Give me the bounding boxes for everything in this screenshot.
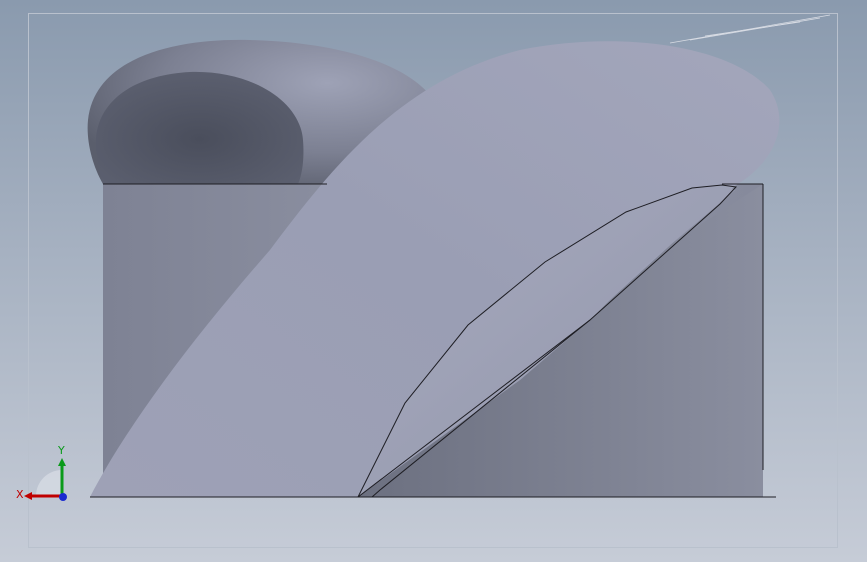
triad-y-arrow bbox=[58, 458, 66, 466]
triad-x-label: X bbox=[16, 488, 24, 501]
graphics-viewport[interactable]: X Y bbox=[0, 0, 867, 562]
reference-triad: X Y bbox=[16, 444, 67, 501]
3d-model[interactable] bbox=[0, 0, 867, 562]
triad-x-arrow bbox=[24, 492, 32, 500]
triad-y-label: Y bbox=[57, 444, 65, 457]
triad-xy-plane bbox=[36, 470, 62, 496]
triad-z-axis bbox=[59, 493, 67, 501]
tangent-edge-artifact bbox=[669, 14, 831, 44]
